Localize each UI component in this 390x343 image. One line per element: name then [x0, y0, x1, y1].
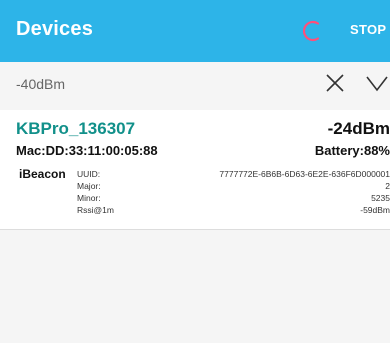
close-icon[interactable]: [324, 72, 346, 94]
device-name: KBPro_136307: [16, 119, 136, 138]
stop-scan-button[interactable]: STOP: [350, 22, 386, 37]
minor-label: Minor:: [77, 193, 101, 203]
page-title: Devices: [16, 18, 94, 40]
rssi-1m-value: -59dBm: [360, 205, 390, 215]
rssi-filter-value[interactable]: -40dBm: [16, 76, 65, 92]
beacon-field-values: 7777772E-6B6B-6D63-6E2E-636F6D000001 2 5…: [219, 168, 390, 216]
device-battery: Battery:88%: [314, 143, 390, 158]
app-bar: Devices STOP: [0, 0, 390, 62]
device-mac-address: Mac:DD:33:11:00:05:88: [16, 143, 158, 158]
uuid-label: UUID:: [77, 169, 101, 179]
loading-spinner-icon: [302, 20, 320, 42]
device-rssi: -24dBm: [327, 119, 390, 138]
chevron-down-icon[interactable]: [364, 72, 390, 94]
rssi-filter-bar: -40dBm: [0, 62, 390, 108]
minor-value: 5235: [371, 193, 390, 203]
uuid-value: 7777772E-6B6B-6D63-6E2E-636F6D000001: [219, 169, 390, 179]
beacon-type: iBeacon: [19, 167, 66, 181]
major-value: 2: [385, 181, 390, 191]
rssi-1m-label: Rssi@1m: [77, 205, 114, 215]
major-label: Major:: [77, 181, 101, 191]
device-list-item[interactable]: KBPro_136307 -24dBm Mac:DD:33:11:00:05:8…: [0, 110, 390, 230]
beacon-field-labels: UUID: Major: Minor: Rssi@1m: [77, 168, 114, 216]
